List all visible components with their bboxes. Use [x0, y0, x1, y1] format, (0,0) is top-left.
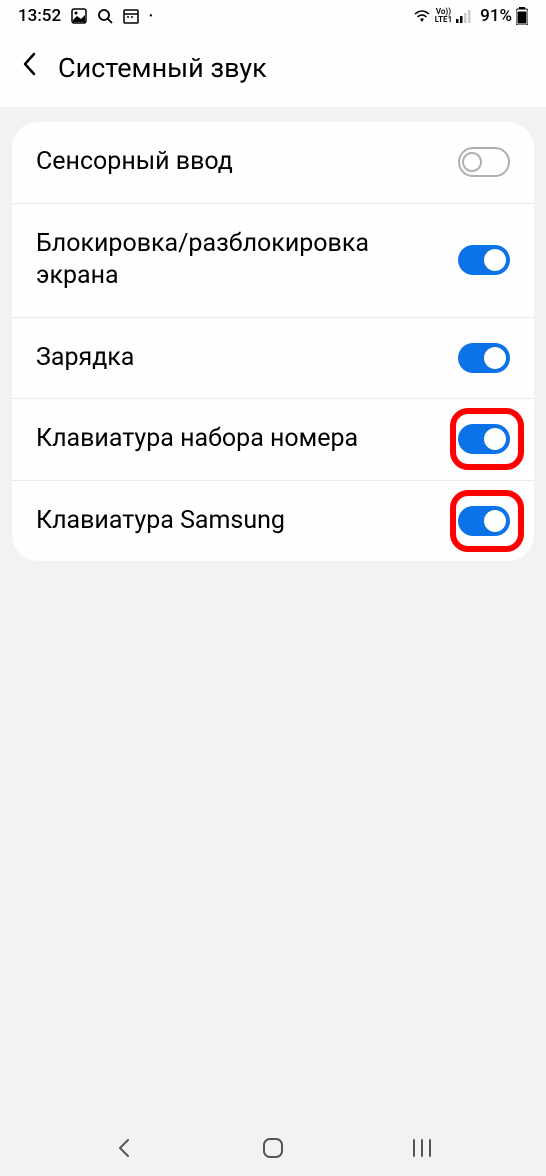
setting-charging-sound[interactable]: Зарядка	[12, 318, 534, 400]
calendar-icon	[123, 8, 139, 24]
setting-lock-sound[interactable]: Блокировка/разблокировка экрана	[12, 204, 534, 318]
setting-label: Блокировка/разблокировка экрана	[36, 228, 416, 293]
volte-icon: Vo))LTE1	[435, 8, 452, 24]
status-left: 13:52 •	[18, 6, 153, 26]
signal-icon	[456, 9, 472, 23]
wifi-icon	[413, 9, 431, 23]
toggle-samsung-keyboard-sound[interactable]	[458, 506, 510, 536]
toggle-charging-sound[interactable]	[458, 343, 510, 373]
setting-label: Зарядка	[36, 342, 134, 375]
toggle-dialpad-sound[interactable]	[458, 424, 510, 454]
content-area: Сенсорный ввод Блокировка/разблокировка …	[0, 122, 546, 561]
setting-label: Клавиатура набора номера	[36, 423, 358, 456]
gallery-icon	[71, 8, 87, 24]
setting-dialpad-sound[interactable]: Клавиатура набора номера	[12, 399, 534, 481]
search-icon	[97, 8, 113, 24]
back-icon[interactable]	[20, 50, 40, 85]
status-right: Vo))LTE1 91%	[413, 6, 528, 26]
setting-touch-sound[interactable]: Сенсорный ввод	[12, 122, 534, 204]
status-time: 13:52	[18, 6, 61, 26]
setting-label: Сенсорный ввод	[36, 146, 233, 179]
page-header: Системный звук	[0, 32, 546, 107]
dot-icon: •	[149, 11, 153, 22]
nav-recents-button[interactable]	[408, 1134, 436, 1162]
status-bar: 13:52 • Vo))LTE1 91%	[0, 0, 546, 32]
toggle-lock-sound[interactable]	[458, 245, 510, 275]
page-title: Системный звук	[58, 52, 267, 84]
settings-card: Сенсорный ввод Блокировка/разблокировка …	[12, 122, 534, 561]
battery-percent: 91%	[480, 6, 512, 26]
setting-label: Клавиатура Samsung	[36, 505, 285, 538]
battery-icon	[516, 7, 528, 25]
nav-bar	[0, 1120, 546, 1176]
nav-back-button[interactable]	[110, 1134, 138, 1162]
setting-samsung-keyboard-sound[interactable]: Клавиатура Samsung	[12, 481, 534, 562]
nav-home-button[interactable]	[259, 1134, 287, 1162]
toggle-touch-sound[interactable]	[458, 147, 510, 177]
